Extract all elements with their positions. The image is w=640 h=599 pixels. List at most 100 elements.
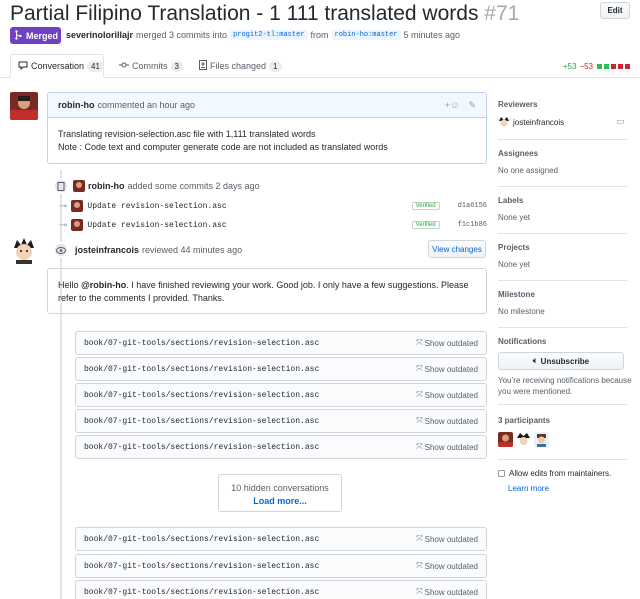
comment-header: robin-ho commented an hour ago +☺ ✎ bbox=[48, 93, 486, 118]
diffstat-add-block bbox=[597, 64, 602, 69]
avatar-robin-ho-small[interactable] bbox=[71, 200, 84, 212]
eye-icon bbox=[53, 242, 69, 258]
edit-button[interactable]: Edit bbox=[600, 2, 630, 19]
assignees-heading[interactable]: Assignees bbox=[498, 149, 538, 158]
divider bbox=[498, 280, 628, 281]
merge-meta: severinolorillajr merged 3 commits into … bbox=[66, 30, 461, 40]
milestone-value: No milestone bbox=[498, 307, 545, 316]
file-path: book/07-git-tools/sections/revision-sele… bbox=[84, 534, 320, 544]
show-outdated-button[interactable]: ⤧ Show outdated bbox=[416, 442, 478, 452]
commit-row: ⊸ Update revision-selection.asc Verified… bbox=[59, 200, 487, 212]
allow-edits-option[interactable]: Allow edits from maintainers. bbox=[498, 469, 611, 478]
divider bbox=[498, 404, 628, 405]
projects-heading[interactable]: Projects bbox=[498, 243, 530, 252]
show-outdated-button[interactable]: ⤧ Show outdated bbox=[416, 561, 478, 571]
tab-commits[interactable]: Commits 3 bbox=[119, 54, 183, 78]
comment-author-link[interactable]: robin-ho bbox=[58, 100, 95, 110]
commits-author-link[interactable]: robin-ho bbox=[88, 181, 125, 191]
learn-more-link[interactable]: Learn more bbox=[508, 484, 549, 493]
notification-reason: You’re receiving notifications because y… bbox=[498, 376, 632, 396]
divider bbox=[498, 327, 628, 328]
show-outdated-button[interactable]: ⤧ Show outdated bbox=[416, 338, 478, 348]
pr-number: #71 bbox=[484, 2, 520, 25]
view-changes-button[interactable]: View changes bbox=[428, 240, 486, 258]
pencil-edit-icon[interactable]: ✎ bbox=[468, 100, 476, 111]
outdated-file-row[interactable]: book/07-git-tools/sections/revision-sele… bbox=[75, 435, 487, 459]
outdated-file-row[interactable]: book/07-git-tools/sections/revision-sele… bbox=[75, 383, 487, 407]
commit-message-link[interactable]: Update revision-selection.asc bbox=[87, 202, 226, 211]
expand-icon: ⤧ bbox=[416, 561, 423, 570]
outdated-file-row[interactable]: book/07-git-tools/sections/revision-sele… bbox=[75, 357, 487, 381]
unsubscribe-button[interactable]: 🔈︎ Unsubscribe bbox=[498, 352, 624, 370]
expand-icon: ⤧ bbox=[416, 416, 423, 425]
divider bbox=[498, 459, 628, 460]
pr-title: Partial Filipino Translation - 1 111 tra… bbox=[10, 2, 520, 25]
outdated-file-row[interactable]: book/07-git-tools/sections/revision-sele… bbox=[75, 580, 487, 599]
outdated-file-row[interactable]: book/07-git-tools/sections/revision-sele… bbox=[75, 409, 487, 433]
comment-body: Translating revision-selection.asc file … bbox=[58, 129, 388, 152]
tab-conversation[interactable]: Conversation 41 bbox=[10, 54, 104, 78]
verified-badge[interactable]: Verified bbox=[411, 221, 440, 229]
diffstat-del-block bbox=[611, 64, 616, 69]
head-branch: robin-ho:master bbox=[331, 30, 401, 40]
expand-icon: ⤧ bbox=[416, 338, 423, 347]
tab-count: 3 bbox=[170, 60, 183, 72]
base-branch: progit2-tl:master bbox=[230, 30, 308, 40]
show-outdated-button[interactable]: ⤧ Show outdated bbox=[416, 364, 478, 374]
commit-sha-link[interactable]: d1a6156 bbox=[458, 202, 487, 210]
diffstat-add-block bbox=[604, 64, 609, 69]
expand-icon: ⤧ bbox=[416, 442, 423, 451]
diffstat-del-block bbox=[618, 64, 623, 69]
merge-time: 5 minutes ago bbox=[403, 30, 461, 40]
merge-author-link[interactable]: severinolorillajr bbox=[66, 30, 133, 40]
commit-message-link[interactable]: Update revision-selection.asc bbox=[87, 221, 226, 230]
additions-count: +53 bbox=[562, 62, 577, 71]
tab-count: 41 bbox=[87, 60, 104, 72]
file-path: book/07-git-tools/sections/revision-sele… bbox=[84, 442, 320, 452]
hidden-count: 10 hidden conversations bbox=[231, 483, 329, 493]
repo-push-icon bbox=[53, 178, 69, 194]
file-path: book/07-git-tools/sections/revision-sele… bbox=[84, 338, 320, 348]
add-reaction-icon[interactable]: +☺ bbox=[445, 100, 459, 110]
avatar-josteinfrancois[interactable] bbox=[10, 236, 38, 264]
expand-icon: ⤧ bbox=[416, 587, 423, 596]
participant-avatar[interactable] bbox=[516, 432, 531, 447]
participant-avatar[interactable] bbox=[534, 432, 549, 447]
review-body: Hello @robin-ho. I have finished reviewi… bbox=[47, 268, 487, 314]
verified-badge[interactable]: Verified bbox=[411, 202, 440, 210]
show-outdated-button[interactable]: ⤧ Show outdated bbox=[416, 416, 478, 426]
participants-list bbox=[498, 432, 549, 447]
mention-link[interactable]: @robin-ho bbox=[81, 280, 126, 290]
timeline-line bbox=[60, 170, 62, 599]
projects-value: None yet bbox=[498, 260, 531, 269]
commit-icon bbox=[119, 61, 129, 71]
tab-files-changed[interactable]: Files changed 1 bbox=[199, 54, 282, 78]
file-path: book/07-git-tools/sections/revision-sele… bbox=[84, 416, 320, 426]
participant-avatar[interactable] bbox=[498, 432, 513, 447]
divider bbox=[498, 186, 628, 187]
outdated-file-row[interactable]: book/07-git-tools/sections/revision-sele… bbox=[75, 554, 487, 578]
avatar-robin-ho-small[interactable] bbox=[73, 180, 85, 192]
show-outdated-button[interactable]: ⤧ Show outdated bbox=[416, 587, 478, 597]
allow-edits-checkbox[interactable] bbox=[498, 470, 505, 477]
pr-tabs: Conversation 41 Commits 3 Files changed … bbox=[0, 54, 640, 78]
avatar-robin-ho[interactable] bbox=[10, 92, 38, 120]
commit-sha-link[interactable]: f1c1b86 bbox=[458, 221, 487, 229]
milestone-heading[interactable]: Milestone bbox=[498, 290, 535, 299]
commits-event: robin-ho added some commits 2 days ago bbox=[73, 180, 260, 192]
outdated-file-row[interactable]: book/07-git-tools/sections/revision-sele… bbox=[75, 527, 487, 551]
diffstat-del-block bbox=[625, 64, 630, 69]
reviewers-heading[interactable]: Reviewers bbox=[498, 100, 538, 109]
deletions-count: −53 bbox=[579, 62, 593, 71]
labels-heading[interactable]: Labels bbox=[498, 196, 523, 205]
load-more-button[interactable]: Load more... bbox=[219, 495, 341, 508]
outdated-file-row[interactable]: book/07-git-tools/sections/revision-sele… bbox=[75, 331, 487, 355]
avatar-robin-ho-small[interactable] bbox=[71, 219, 84, 231]
show-outdated-button[interactable]: ⤧ Show outdated bbox=[416, 534, 478, 544]
file-diff-icon bbox=[199, 60, 207, 72]
reviewer-item[interactable]: josteinfrancois bbox=[498, 116, 564, 128]
show-outdated-button[interactable]: ⤧ Show outdated bbox=[416, 390, 478, 400]
labels-value: None yet bbox=[498, 213, 531, 222]
reviewer-link[interactable]: josteinfrancois bbox=[75, 245, 139, 255]
commit-dot-icon: ⊸ bbox=[59, 200, 68, 212]
